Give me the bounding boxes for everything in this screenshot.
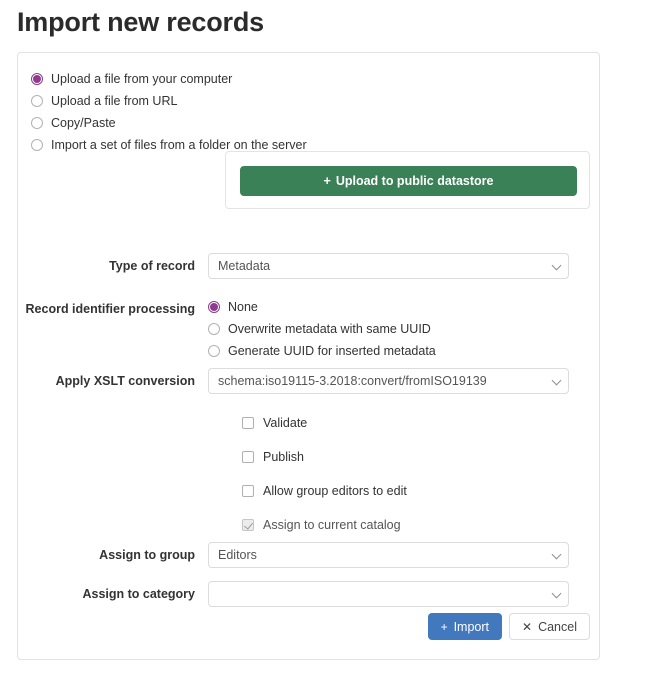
- checkbox-icon[interactable]: [242, 451, 254, 463]
- checkbox-label: Publish: [263, 450, 304, 464]
- radio-icon[interactable]: [31, 116, 43, 129]
- upload-button-label: Upload to public datastore: [335, 174, 494, 188]
- radio-icon[interactable]: [31, 94, 43, 107]
- source-option-upload-url[interactable]: Upload a file from URL: [31, 90, 431, 111]
- close-icon: ✕: [522, 619, 533, 634]
- rid-option-label: Overwrite metadata with same UUID: [228, 321, 431, 336]
- xslt-conversion-select[interactable]: schema:iso19115-3.2018:convert/fromISO19…: [208, 368, 569, 394]
- checkbox-publish[interactable]: Publish: [242, 449, 304, 465]
- row-xslt-conversion: Apply XSLT conversion schema:iso19115-3.…: [18, 368, 601, 394]
- assign-to-category-select[interactable]: [208, 581, 569, 607]
- cancel-button-label: Cancel: [538, 619, 577, 634]
- source-option-list: Upload a file from your computer Upload …: [31, 68, 431, 156]
- page-title: Import new records: [17, 7, 264, 37]
- assign-to-group-select[interactable]: Editors: [208, 542, 569, 568]
- import-button-label: Import: [453, 619, 490, 634]
- row-assign-to-category: Assign to category: [18, 581, 601, 607]
- rid-option-generate-uuid[interactable]: Generate UUID for inserted metadata: [208, 340, 590, 361]
- row-record-identifier-processing: Record identifier processing None Overwr…: [18, 296, 601, 361]
- checkbox-label: Allow group editors to edit: [263, 484, 407, 498]
- source-option-upload-computer[interactable]: Upload a file from your computer: [31, 68, 431, 89]
- radio-icon[interactable]: [208, 300, 220, 313]
- source-option-copy-paste[interactable]: Copy/Paste: [31, 112, 431, 133]
- radio-icon[interactable]: [208, 344, 220, 357]
- checkbox-icon: [242, 519, 254, 531]
- type-of-record-label: Type of record: [109, 259, 195, 273]
- checkbox-assign-current-catalog: Assign to current catalog: [242, 517, 401, 533]
- assign-to-group-label: Assign to group: [99, 548, 195, 562]
- source-option-label: Copy/Paste: [51, 115, 116, 130]
- xslt-conversion-label: Apply XSLT conversion: [55, 374, 195, 388]
- rid-option-overwrite[interactable]: Overwrite metadata with same UUID: [208, 318, 590, 339]
- plus-icon: +: [440, 619, 448, 634]
- upload-dropzone[interactable]: + Upload to public datastore: [225, 151, 590, 209]
- upload-to-public-datastore-button[interactable]: + Upload to public datastore: [240, 166, 577, 196]
- rid-option-label: None: [228, 299, 258, 314]
- import-form-panel: Upload a file from your computer Upload …: [17, 52, 600, 660]
- source-option-label: Upload a file from URL: [51, 93, 178, 108]
- checkbox-icon[interactable]: [242, 417, 254, 429]
- row-assign-to-group: Assign to group Editors: [18, 542, 601, 568]
- source-option-label: Upload a file from your computer: [51, 71, 233, 86]
- radio-icon[interactable]: [31, 138, 43, 151]
- row-type-of-record: Type of record Metadata: [18, 253, 601, 279]
- form-actions: + Import ✕ Cancel: [18, 613, 601, 640]
- checkbox-icon[interactable]: [242, 485, 254, 497]
- source-option-label: Import a set of files from a folder on t…: [51, 137, 307, 152]
- plus-icon: +: [323, 174, 331, 188]
- rid-option-none[interactable]: None: [208, 296, 590, 317]
- type-of-record-select[interactable]: Metadata: [208, 253, 569, 279]
- checkbox-allow-group-editors[interactable]: Allow group editors to edit: [242, 483, 407, 499]
- checkbox-label: Assign to current catalog: [263, 518, 401, 532]
- radio-icon[interactable]: [208, 322, 220, 335]
- rid-option-label: Generate UUID for inserted metadata: [228, 343, 436, 358]
- cancel-button[interactable]: ✕ Cancel: [509, 613, 590, 640]
- import-button[interactable]: + Import: [427, 613, 503, 640]
- radio-icon[interactable]: [31, 72, 43, 85]
- checkbox-validate[interactable]: Validate: [242, 415, 307, 431]
- checkbox-label: Validate: [263, 416, 308, 430]
- assign-to-category-label: Assign to category: [82, 587, 195, 601]
- record-identifier-processing-label: Record identifier processing: [25, 302, 195, 316]
